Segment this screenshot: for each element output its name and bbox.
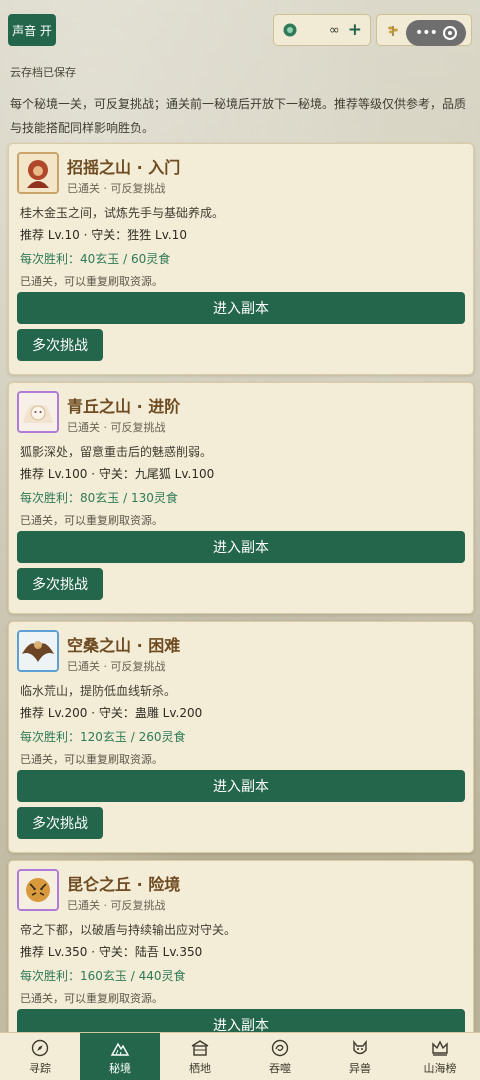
- house-icon: [191, 1039, 209, 1056]
- nav-label: 寻踪: [29, 1061, 51, 1075]
- realm-note: 已通关，可以重复刷取资源。: [20, 753, 163, 766]
- realm-reward: 每次胜利：120玄玉 / 260灵食: [20, 730, 186, 744]
- enter-dungeon-button[interactable]: 进入副本: [17, 292, 465, 324]
- realm-note: 已通关，可以重复刷取资源。: [20, 514, 163, 527]
- sound-toggle-button[interactable]: 声音 开: [8, 14, 56, 46]
- multi-challenge-button[interactable]: 多次挑战: [17, 568, 103, 600]
- realm-status: 已通关 · 可反复挑战: [67, 182, 166, 195]
- nav-label: 栖地: [189, 1061, 211, 1075]
- miniprogram-capsule[interactable]: •••: [406, 20, 466, 46]
- realm-title: 招摇之山 · 入门: [67, 158, 181, 177]
- close-circle-icon[interactable]: [442, 26, 457, 40]
- enter-dungeon-button[interactable]: 进入副本: [17, 531, 465, 563]
- realm-status: 已通关 · 可反复挑战: [67, 660, 166, 673]
- monkey-beast-avatar: [17, 152, 59, 194]
- cloud-save-status: 云存档已保存: [10, 66, 76, 79]
- nav-item-secret-realm[interactable]: 秘境: [80, 1033, 160, 1080]
- realm-card: 青丘之山 · 进阶 已通关 · 可反复挑战 狐影深处，留意重击后的魅惑削弱。 推…: [8, 382, 474, 614]
- nav-label: 山海榜: [423, 1061, 457, 1075]
- enter-dungeon-button[interactable]: 进入副本: [17, 770, 465, 802]
- realm-description: 桂木金玉之间，试炼先手与基础养成。: [20, 206, 225, 220]
- multi-challenge-button[interactable]: 多次挑战: [17, 807, 103, 839]
- nav-item-beasts[interactable]: 异兽: [320, 1033, 400, 1080]
- nine-tailed-fox-avatar: [17, 391, 59, 433]
- nav-label: 吞噬: [269, 1061, 291, 1075]
- realm-status: 已通关 · 可反复挑战: [67, 899, 166, 912]
- eagle-beast-avatar: [17, 630, 59, 672]
- nav-label: 秘境: [109, 1061, 131, 1075]
- compass-icon: [31, 1039, 49, 1056]
- realm-note: 已通关，可以重复刷取资源。: [20, 992, 163, 1005]
- realm-recommendation: 推荐 Lv.10 · 守关：狌狌 Lv.10: [20, 228, 187, 242]
- top-bar: 声音 开 ∞ + ∞: [8, 14, 472, 48]
- multi-challenge-button[interactable]: 多次挑战: [17, 329, 103, 361]
- realm-recommendation: 推荐 Lv.200 · 守关：蛊雕 Lv.200: [20, 706, 203, 720]
- nav-item-devour[interactable]: 吞噬: [240, 1033, 320, 1080]
- realm-reward: 每次胜利：160玄玉 / 440灵食: [20, 969, 186, 983]
- realm-reward: 每次胜利：80玄玉 / 130灵食: [20, 491, 178, 505]
- nav-item-habitat[interactable]: 栖地: [160, 1033, 240, 1080]
- realm-note: 已通关，可以重复刷取资源。: [20, 275, 163, 288]
- swirl-icon: [271, 1039, 289, 1056]
- tiger-beast-avatar: [17, 869, 59, 911]
- realm-description: 临水荒山，提防低血线斩杀。: [20, 684, 177, 698]
- nav-item-leaderboard[interactable]: 山海榜: [400, 1033, 480, 1080]
- crown-icon: [432, 1039, 448, 1056]
- realm-title: 青丘之山 · 进阶: [67, 397, 181, 416]
- bottom-nav: 寻踪 秘境 栖地 吞噬 异兽 山海榜: [0, 1032, 480, 1080]
- more-icon[interactable]: •••: [415, 25, 438, 41]
- jade-plus-button[interactable]: +: [348, 20, 362, 40]
- jade-resource-chip: ∞ +: [273, 14, 371, 46]
- realm-description: 狐影深处，留意重击后的魅惑削弱。: [20, 445, 213, 459]
- realm-reward: 每次胜利：40玄玉 / 60灵食: [20, 252, 171, 266]
- beast-icon: [353, 1039, 367, 1054]
- realm-card: 昆仑之丘 · 险境 已通关 · 可反复挑战 帝之下都，以破盾与持续输出应对守关。…: [8, 860, 474, 1060]
- jade-icon: [283, 23, 297, 37]
- realm-recommendation: 推荐 Lv.100 · 守关：九尾狐 Lv.100: [20, 467, 215, 481]
- jade-value: ∞: [328, 22, 340, 38]
- realm-status: 已通关 · 可反复挑战: [67, 421, 166, 434]
- herb-icon: [388, 26, 398, 36]
- mountain-icon: [110, 1042, 130, 1056]
- realm-description: 帝之下都，以破盾与持续输出应对守关。: [20, 923, 237, 937]
- nav-label: 异兽: [349, 1061, 371, 1075]
- realm-title: 昆仑之丘 · 险境: [67, 875, 181, 894]
- intro-text: 每个秘境一关，可反复挑战；通关前一秘境后开放下一秘境。推荐等级仅供参考，品质与技…: [10, 97, 467, 135]
- realm-card: 招摇之山 · 入门 已通关 · 可反复挑战 桂木金玉之间，试炼先手与基础养成。 …: [8, 143, 474, 375]
- nav-item-track[interactable]: 寻踪: [0, 1033, 80, 1080]
- realm-recommendation: 推荐 Lv.350 · 守关：陆吾 Lv.350: [20, 945, 203, 959]
- realm-card: 空桑之山 · 困难 已通关 · 可反复挑战 临水荒山，提防低血线斩杀。 推荐 L…: [8, 621, 474, 853]
- realm-title: 空桑之山 · 困难: [67, 636, 181, 655]
